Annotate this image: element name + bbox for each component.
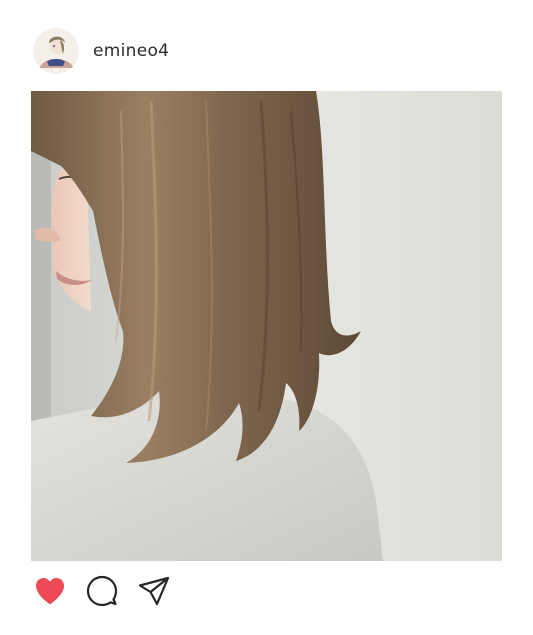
share-button[interactable] bbox=[137, 574, 171, 608]
post-header: emineo4 bbox=[33, 25, 169, 77]
post-action-bar bbox=[33, 573, 171, 609]
post-photo[interactable] bbox=[31, 91, 502, 561]
heart-icon bbox=[36, 578, 64, 605]
post-username[interactable]: emineo4 bbox=[93, 41, 169, 61]
comment-bubble-icon bbox=[86, 575, 118, 607]
profile-avatar[interactable] bbox=[33, 28, 79, 74]
paper-plane-icon bbox=[138, 576, 170, 606]
instagram-post-card: emineo4 bbox=[0, 0, 533, 635]
photo-illustration bbox=[31, 91, 502, 561]
like-button[interactable] bbox=[33, 574, 67, 608]
comment-button[interactable] bbox=[85, 574, 119, 608]
